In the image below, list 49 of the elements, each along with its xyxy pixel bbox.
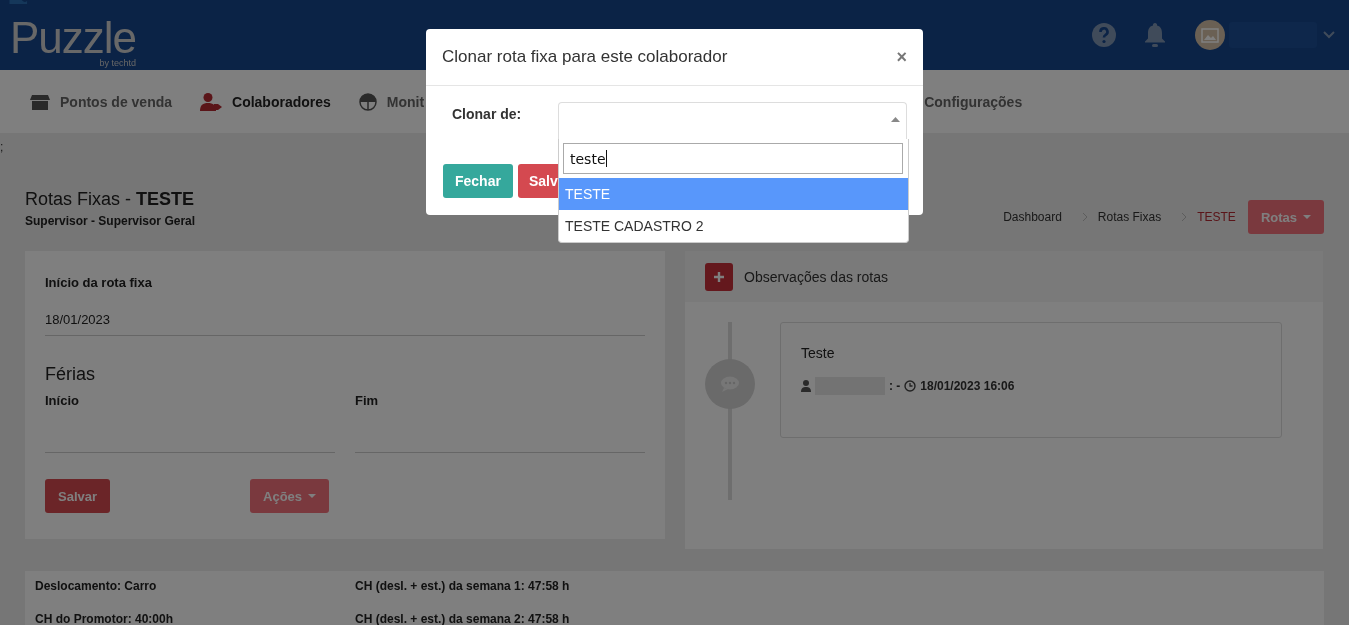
close-button[interactable]: × <box>896 46 907 68</box>
field-label: Clonar de: <box>452 105 523 124</box>
card-title: Observações das rotas <box>744 268 888 285</box>
add-button[interactable] <box>705 262 733 291</box>
note-text: Teste <box>801 345 836 361</box>
summary-text: CH (desl. + est.) da semana 1: 47:58 h <box>355 579 571 595</box>
logo: Puzzle <box>10 16 137 60</box>
page-title: Rotas Fixas - TESTE <box>25 189 196 210</box>
caret-up-icon <box>891 117 900 122</box>
help-icon[interactable] <box>1091 22 1117 48</box>
field-label: Início da rota fixa <box>45 275 153 290</box>
breadcrumb[interactable]: Rotas Fixas <box>1097 210 1162 224</box>
note-datetime: 18/01/2023 16:06 <box>920 379 1015 393</box>
save-button[interactable]: Salvar <box>45 479 111 513</box>
section-title: Férias <box>45 364 96 385</box>
stray-text: ; <box>0 140 4 154</box>
breadcrumb: TESTE <box>1197 210 1236 224</box>
user-tag-icon <box>200 92 223 111</box>
umbrella-icon <box>358 92 377 111</box>
store-icon <box>30 93 50 110</box>
close-button[interactable]: Fechar <box>443 164 513 198</box>
nav-item[interactable]: Configurações <box>924 93 1023 110</box>
field-label: Início <box>45 393 80 408</box>
bell-icon[interactable] <box>1143 22 1167 48</box>
nav-item[interactable]: Pontos de venda <box>30 93 173 110</box>
summary-text: CH (desl. + est.) da semana 2: 47:58 h <box>355 611 571 625</box>
summary-text: Deslocamento: Carro <box>35 579 158 595</box>
field-label: Fim <box>355 393 380 408</box>
modal-title: Clonar rota fixa para este colaborador <box>442 47 728 67</box>
nav-item[interactable]: Colaboradores <box>200 92 331 111</box>
clock-icon <box>904 380 917 392</box>
user-icon <box>801 380 811 392</box>
separator-text: : - <box>889 379 901 393</box>
dropdown-option[interactable]: TESTE CADASTRO 2 <box>559 210 908 242</box>
logo-tagline: by techtd <box>99 58 137 68</box>
avatar[interactable] <box>1195 20 1225 50</box>
chevron-down-icon[interactable] <box>1323 31 1335 39</box>
actions-dropdown-button[interactable]: Ações <box>250 479 330 513</box>
chevron-right-icon <box>1181 212 1188 222</box>
breadcrumb[interactable]: Dashboard <box>1003 210 1062 224</box>
plus-icon <box>713 270 725 283</box>
chevron-right-icon <box>1081 212 1088 222</box>
summary-text: CH do Promotor: 40:00h <box>35 611 174 625</box>
dropdown-option[interactable]: TESTE <box>559 178 908 210</box>
date-field[interactable]: 18/01/2023 <box>45 290 645 336</box>
page-subtitle: Supervisor - Supervisor Geral <box>25 214 196 228</box>
nav-item[interactable]: Monit <box>358 92 425 111</box>
rotas-dropdown-button[interactable]: Rotas <box>1247 200 1324 234</box>
search-field[interactable]: teste <box>563 143 903 174</box>
